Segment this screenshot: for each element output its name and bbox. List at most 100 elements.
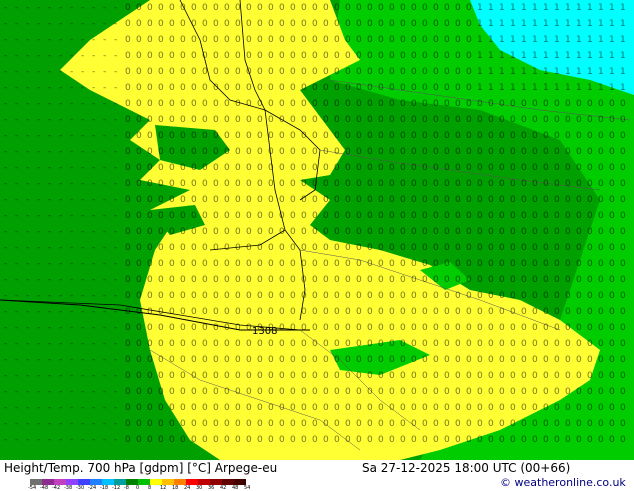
grid-digit: 0 <box>202 419 208 429</box>
grid-digit: - <box>26 99 29 109</box>
grid-digit: 0 <box>235 131 241 141</box>
grid-digit: 0 <box>301 339 307 349</box>
grid-digit: 0 <box>444 227 450 237</box>
grid-digit: 0 <box>147 67 153 77</box>
grid-digit: - <box>4 387 7 397</box>
grid-digit: 0 <box>301 147 307 157</box>
grid-digit: 0 <box>411 291 417 301</box>
grid-digit: 0 <box>455 291 461 301</box>
grid-digit: 0 <box>554 307 560 317</box>
grid-digit: 0 <box>169 67 175 77</box>
grid-digit: 0 <box>279 147 285 157</box>
grid-digit: 0 <box>169 35 175 45</box>
grid-digit: 0 <box>257 435 263 445</box>
grid-digit: 0 <box>125 291 131 301</box>
grid-digit: 0 <box>312 403 318 413</box>
grid-digit: 0 <box>290 19 296 29</box>
grid-digit: - <box>103 275 106 285</box>
grid-digit: 1 <box>488 51 494 61</box>
grid-digit: 0 <box>543 131 549 141</box>
grid-digit: 0 <box>169 387 175 397</box>
grid-digit: - <box>59 259 62 269</box>
grid-digit: 0 <box>136 323 142 333</box>
grid-digit: - <box>59 83 62 93</box>
grid-digit: 0 <box>466 227 472 237</box>
grid-digit: 0 <box>268 99 274 109</box>
grid-digit: - <box>48 179 51 189</box>
grid-digit: 0 <box>224 67 230 77</box>
grid-digit: - <box>70 147 73 157</box>
grid-digit: 0 <box>169 51 175 61</box>
grid-digit: 0 <box>169 211 175 221</box>
grid-digit: 0 <box>532 163 538 173</box>
grid-digit: 0 <box>565 115 571 125</box>
grid-digit: 0 <box>576 387 582 397</box>
grid-digit: 0 <box>180 291 186 301</box>
grid-digit: 0 <box>510 307 516 317</box>
grid-digit: 0 <box>191 435 197 445</box>
grid-digit: 0 <box>213 435 219 445</box>
grid-digit: 0 <box>312 387 318 397</box>
grid-digit: 0 <box>246 19 252 29</box>
grid-digit: 0 <box>202 3 208 13</box>
grid-digit: 0 <box>235 387 241 397</box>
grid-digit: 0 <box>543 291 549 301</box>
grid-digit: 0 <box>444 323 450 333</box>
grid-digit: 0 <box>246 403 252 413</box>
grid-digit: - <box>59 51 62 61</box>
grid-digit: 0 <box>400 275 406 285</box>
grid-digit: 0 <box>301 387 307 397</box>
grid-digit: 0 <box>301 403 307 413</box>
grid-digit: 0 <box>411 99 417 109</box>
grid-digit: 0 <box>455 163 461 173</box>
grid-digit: - <box>70 403 73 413</box>
grid-digit: 0 <box>554 339 560 349</box>
grid-digit: 0 <box>587 275 593 285</box>
grid-digit: 0 <box>169 307 175 317</box>
grid-digit: 0 <box>290 371 296 381</box>
grid-digit: - <box>103 387 106 397</box>
grid-digit: 0 <box>202 99 208 109</box>
grid-digit: 0 <box>411 243 417 253</box>
grid-digit: 0 <box>576 195 582 205</box>
grid-digit: 0 <box>356 115 362 125</box>
grid-digit: - <box>114 403 117 413</box>
grid-digit: 0 <box>499 227 505 237</box>
grid-digit: 0 <box>169 3 175 13</box>
grid-digit: 0 <box>565 243 571 253</box>
grid-digit: 0 <box>125 275 131 285</box>
grid-digit: 0 <box>620 371 626 381</box>
grid-digit: 0 <box>378 275 384 285</box>
grid-digit: 0 <box>488 387 494 397</box>
grid-digit: 0 <box>455 131 461 141</box>
grid-digit: 0 <box>477 195 483 205</box>
grid-digit: 0 <box>389 419 395 429</box>
grid-digit: 0 <box>433 3 439 13</box>
grid-digit: 0 <box>488 227 494 237</box>
map-footer: Height/Temp. 700 hPa [gdpm] [°C] Arpege-… <box>0 460 634 491</box>
grid-digit: 0 <box>257 67 263 77</box>
grid-digit: 0 <box>246 147 252 157</box>
grid-digit: 0 <box>213 147 219 157</box>
grid-digit: 0 <box>400 387 406 397</box>
grid-digit: 0 <box>158 163 164 173</box>
grid-digit: 0 <box>235 147 241 157</box>
grid-digit: 0 <box>312 243 318 253</box>
grid-digit: 0 <box>345 403 351 413</box>
grid-digit: 0 <box>367 387 373 397</box>
grid-digit: - <box>37 147 40 157</box>
grid-digit: 0 <box>147 371 153 381</box>
grid-digit: 0 <box>345 355 351 365</box>
grid-digit: 1 <box>499 3 505 13</box>
grid-digit: 0 <box>213 291 219 301</box>
grid-digit: - <box>114 275 117 285</box>
grid-digit: 0 <box>565 227 571 237</box>
grid-digit: 0 <box>455 115 461 125</box>
credit-link[interactable]: © weatheronline.co.uk <box>500 476 626 489</box>
grid-digit: 0 <box>367 275 373 285</box>
grid-digit: - <box>4 163 7 173</box>
grid-digit: 0 <box>499 387 505 397</box>
grid-digit: - <box>114 147 117 157</box>
grid-digit: 0 <box>334 403 340 413</box>
grid-digit: 0 <box>180 51 186 61</box>
